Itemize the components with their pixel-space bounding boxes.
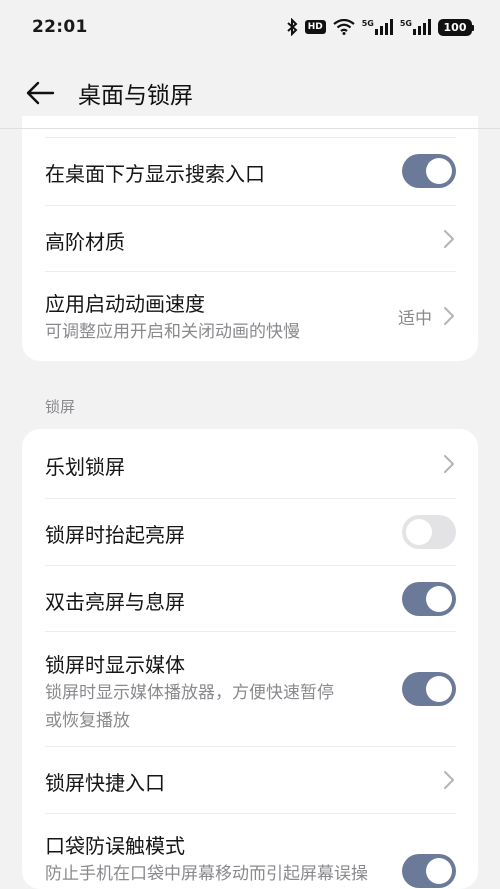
header-divider — [0, 128, 500, 129]
toggle-search-entry[interactable] — [402, 154, 456, 188]
setting-title: 口袋防误触模式 — [45, 834, 185, 858]
setting-row-advanced-material[interactable]: 高阶材质 — [22, 206, 478, 272]
chevron-right-icon — [444, 307, 454, 325]
setting-subtitle: 可调整应用开启和关闭动画的快慢 — [45, 322, 300, 342]
setting-subtitle: 防止手机在口袋中屏幕移动而引起屏幕误操 — [45, 864, 368, 884]
setting-title: 乐划锁屏 — [45, 455, 125, 479]
setting-row-raise-to-wake[interactable]: 锁屏时抬起亮屏 — [22, 499, 478, 565]
toggle-knob — [426, 676, 452, 702]
wifi-icon — [333, 19, 355, 35]
toggle-double-tap[interactable] — [402, 582, 456, 616]
status-bar: 22:01 HD 5G 5G 100 — [0, 0, 500, 54]
section-label-lock-screen: 锁屏 — [45, 398, 76, 416]
setting-title: 应用启动动画速度 — [45, 292, 205, 316]
setting-title: 双击亮屏与息屏 — [45, 590, 185, 614]
setting-value: 适中 — [398, 309, 432, 329]
back-button[interactable] — [20, 73, 60, 113]
battery-icon: 100 — [438, 18, 474, 36]
toggle-knob — [426, 858, 452, 884]
page-title: 桌面与锁屏 — [78, 83, 193, 109]
setting-row-double-tap[interactable]: 双击亮屏与息屏 — [22, 566, 478, 632]
signal-5g-icon-1: 5G — [362, 19, 393, 35]
signal-5g-label-1: 5G — [361, 19, 374, 28]
signal-5g-label-2: 5G — [399, 19, 412, 28]
setting-subtitle-line2: 或恢复播放 — [45, 711, 130, 731]
setting-row-pocket-mode[interactable]: 口袋防误触模式 防止手机在口袋中屏幕移动而引起屏幕误操 — [22, 814, 478, 889]
setting-title: 锁屏快捷入口 — [45, 771, 165, 795]
setting-title: 高阶材质 — [45, 230, 125, 254]
setting-row-show-media[interactable]: 锁屏时显示媒体 锁屏时显示媒体播放器，方便快速暂停 或恢复播放 — [22, 632, 478, 746]
signal-5g-icon-2: 5G — [400, 19, 431, 35]
toggle-knob — [426, 158, 452, 184]
lock-settings-card: 乐划锁屏 锁屏时抬起亮屏 双击亮屏与息屏 锁屏时显示媒体 锁屏时显示媒体播放器，… — [22, 429, 478, 889]
setting-row-lock-style[interactable]: 乐划锁屏 — [22, 429, 478, 498]
chevron-right-icon — [444, 455, 454, 473]
status-time: 22:01 — [32, 17, 88, 37]
setting-subtitle-line1: 锁屏时显示媒体播放器，方便快速暂停 — [45, 683, 334, 703]
chevron-right-icon — [444, 771, 454, 789]
setting-title: 锁屏时抬起亮屏 — [45, 523, 185, 547]
desktop-settings-card: 在桌面下方显示搜索入口 高阶材质 应用启动动画速度 可调整应用开启和关闭动画的快… — [22, 116, 478, 361]
setting-title: 锁屏时显示媒体 — [45, 653, 185, 677]
chevron-right-icon — [444, 230, 454, 248]
toggle-raise-to-wake[interactable] — [402, 515, 456, 549]
status-icons: HD 5G 5G 100 — [286, 18, 474, 36]
arrow-left-icon — [26, 81, 55, 105]
setting-row-search-entry[interactable]: 在桌面下方显示搜索入口 — [22, 138, 478, 204]
setting-title: 在桌面下方显示搜索入口 — [45, 162, 265, 186]
hd-voice-icon: HD — [304, 20, 326, 34]
toggle-pocket-mode[interactable] — [402, 854, 456, 888]
toggle-knob — [426, 586, 452, 612]
bluetooth-icon — [286, 18, 298, 36]
setting-row-lock-shortcuts[interactable]: 锁屏快捷入口 — [22, 747, 478, 813]
setting-row-animation-speed[interactable]: 应用启动动画速度 可调整应用开启和关闭动画的快慢 适中 — [22, 272, 478, 361]
toggle-show-media[interactable] — [402, 672, 456, 706]
toggle-knob — [406, 519, 432, 545]
